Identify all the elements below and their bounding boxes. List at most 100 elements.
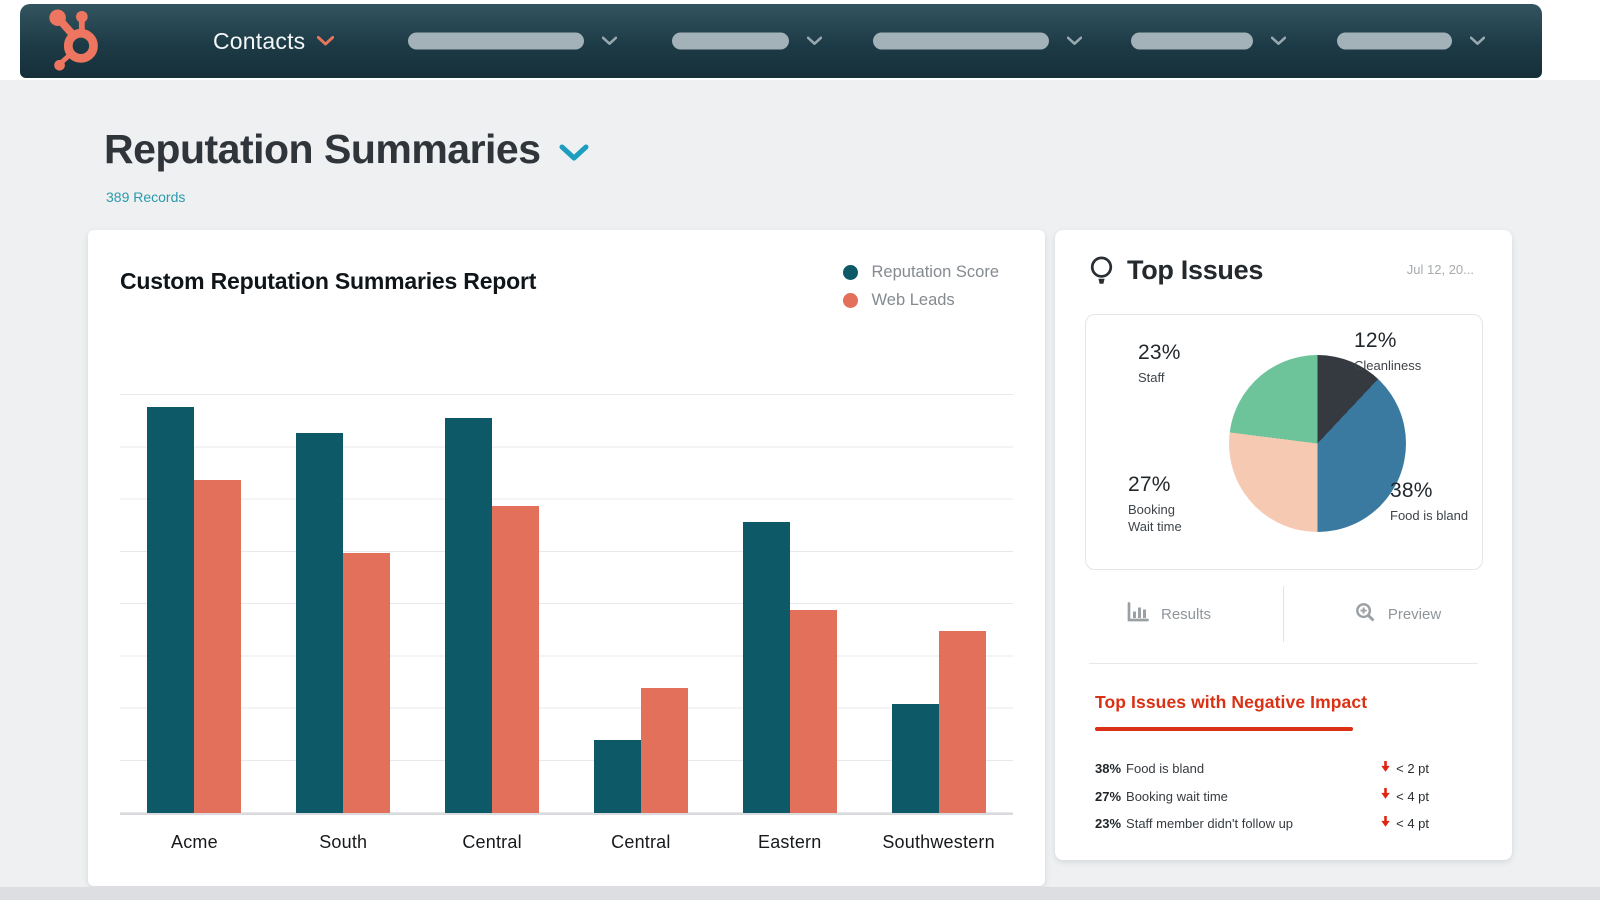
pie-percent: 12% (1354, 329, 1421, 353)
bar-reputation-score (594, 740, 641, 813)
nav-menu-placeholder-2[interactable] (672, 33, 822, 50)
issue-percent: 38% (1095, 761, 1121, 776)
chart-legend: Reputation Score Web Leads (843, 263, 1000, 310)
top-issues-title: Top Issues (1127, 255, 1263, 286)
chevron-down-icon (1470, 37, 1485, 46)
custom-report-card: Custom Reputation Summaries Report Reput… (88, 230, 1045, 886)
nav-placeholder-pill (873, 33, 1049, 50)
pie-slice-label: Staff (1138, 369, 1181, 386)
records-count-link[interactable]: 389 Records (106, 189, 185, 205)
negative-impact-row-3: 23% Staff member didn't follow up < 4 pt (1095, 810, 1429, 838)
legend-item-1[interactable]: Web Leads (843, 291, 1000, 310)
legend-label: Web Leads (872, 291, 955, 310)
pie-slice-label: Food is bland (1390, 507, 1468, 524)
issue-label: Booking wait time (1126, 789, 1228, 804)
nav-menu-placeholder-4[interactable] (1131, 33, 1286, 50)
negative-impact-row-1: 38% Food is bland < 2 pt (1095, 755, 1429, 783)
chevron-down-icon (317, 36, 334, 46)
bar-web-leads (790, 610, 837, 813)
pie-chart (1229, 355, 1406, 532)
issue-delta: < 4 pt (1380, 815, 1429, 833)
bar-reputation-score (743, 522, 790, 813)
pie-label-food-is-bland: 38% Food is bland (1390, 479, 1468, 524)
issue-delta-value: < 4 pt (1396, 816, 1429, 831)
bar-reputation-score (892, 704, 939, 813)
page-title: Reputation Summaries (104, 126, 541, 173)
lightbulb-icon (1088, 255, 1115, 292)
pie-percent: 38% (1390, 479, 1468, 503)
nav-placeholder-pill (672, 33, 789, 50)
legend-item-0[interactable]: Reputation Score (843, 263, 1000, 282)
x-axis-label: South (296, 824, 390, 853)
red-down-arrow-icon (1380, 815, 1391, 833)
preview-button[interactable]: Preview (1284, 602, 1512, 627)
red-down-arrow-icon (1380, 787, 1391, 805)
top-issues-date: Jul 12, 20... (1407, 262, 1474, 277)
bar-group-acme (147, 345, 241, 813)
pie-label-cleanliness: 12%Cleanliness (1354, 329, 1421, 374)
x-axis-labels: AcmeSouthCentralCentralEasternSouthweste… (120, 824, 1013, 853)
issue-label: Staff member didn't follow up (1126, 816, 1293, 831)
negative-impact-underline (1095, 727, 1353, 731)
preview-button-label: Preview (1388, 606, 1441, 623)
negative-impact-title: Top Issues with Negative Impact (1095, 692, 1429, 713)
legend-dot-icon (843, 265, 858, 280)
bar-group-southwestern (892, 345, 986, 813)
bar-reputation-score (445, 418, 492, 813)
nav-menu-placeholder-1[interactable] (408, 33, 617, 50)
bar-chart (120, 345, 1013, 815)
bar-group-central (445, 345, 539, 813)
chevron-down-icon (602, 37, 617, 46)
pie-label-staff: 23% Staff (1138, 341, 1181, 386)
x-axis-label: Central (594, 824, 688, 853)
hubspot-logo[interactable] (44, 9, 110, 75)
results-button[interactable]: Results (1055, 602, 1283, 627)
nav-menu-placeholder-5[interactable] (1337, 33, 1485, 50)
card-actions: Results Preview (1055, 582, 1512, 646)
bar-chart-icon (1127, 602, 1149, 627)
x-axis-label: Eastern (743, 824, 837, 853)
results-button-label: Results (1161, 606, 1211, 623)
app-screen: Contacts Reputation Summaries 389 Record… (0, 0, 1600, 900)
issue-delta-value: < 4 pt (1396, 789, 1429, 804)
issue-delta: < 2 pt (1380, 760, 1429, 778)
x-axis-label: Acme (147, 824, 241, 853)
bottom-band (0, 887, 1600, 900)
nav-placeholder-pill (1131, 33, 1253, 50)
issue-delta: < 4 pt (1380, 787, 1429, 805)
bar-reputation-score (147, 407, 194, 813)
negative-impact-list: 38% Food is bland < 2 pt 27% Booking wait ti… (1095, 755, 1429, 838)
issue-label: Food is bland (1126, 761, 1204, 776)
chevron-down-icon (1271, 37, 1286, 46)
x-axis-label: Southwestern (892, 824, 986, 853)
bar-group-eastern (743, 345, 837, 813)
nav-placeholder-pill (1337, 33, 1452, 50)
issue-delta-value: < 2 pt (1396, 761, 1429, 776)
red-down-arrow-icon (1380, 760, 1391, 778)
nav-menu-placeholder-3[interactable] (873, 33, 1082, 50)
page-header: Reputation Summaries (104, 126, 589, 173)
issue-percent: 27% (1095, 789, 1121, 804)
nav-placeholder-pill (408, 33, 584, 50)
chevron-down-icon (807, 37, 822, 46)
bar-group-central (594, 345, 688, 813)
pie-percent: 27% (1128, 473, 1182, 497)
bar-web-leads (194, 480, 241, 813)
bar-web-leads (343, 553, 390, 813)
section-divider (1089, 663, 1478, 664)
bar-web-leads (641, 688, 688, 813)
top-issues-card: Top Issues Jul 12, 20... 12%Cleanliness 3… (1055, 230, 1512, 860)
page-title-dropdown-chevron-icon[interactable] (559, 144, 589, 162)
pie-slice-label: BookingWait time (1128, 501, 1182, 535)
bar-group-south (296, 345, 390, 813)
issue-percent: 23% (1095, 816, 1121, 831)
legend-dot-icon (843, 293, 858, 308)
bar-reputation-score (296, 433, 343, 813)
negative-impact-row-2: 27% Booking wait time < 4 pt (1095, 783, 1429, 811)
nav-menu-contacts[interactable]: Contacts (213, 4, 334, 78)
chevron-down-icon (1067, 37, 1082, 46)
hubspot-sprocket-icon (46, 7, 108, 78)
bar-web-leads (939, 631, 986, 813)
pie-percent: 23% (1138, 341, 1181, 365)
pie-label-booking-wait-time: 27% BookingWait time (1128, 473, 1182, 535)
